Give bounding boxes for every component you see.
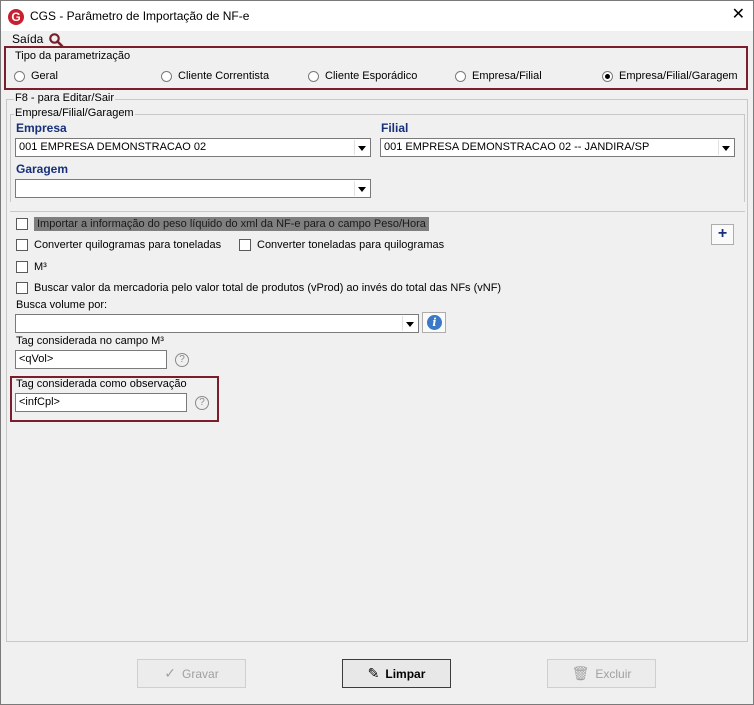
close-button[interactable]: ✕ xyxy=(732,6,745,24)
add-button[interactable]: + xyxy=(711,224,734,245)
info-button[interactable]: i xyxy=(422,312,446,333)
efg-legend: Empresa/Filial/Garagem xyxy=(14,107,135,119)
section-divider xyxy=(10,211,745,212)
radio-empresa-filial[interactable]: Empresa/Filial xyxy=(455,70,542,82)
limpar-button[interactable]: ✎ Limpar xyxy=(342,659,451,688)
radio-empresa-filial-label: Empresa/Filial xyxy=(472,70,542,82)
radio-geral[interactable]: Geral xyxy=(14,70,58,82)
m3-option[interactable]: M³ xyxy=(16,261,47,273)
vprod-option[interactable]: Buscar valor da mercadoria pelo valor to… xyxy=(16,282,501,294)
tipo-legend: Tipo da parametrização xyxy=(15,50,131,62)
excluir-button[interactable]: 🗑 Excluir xyxy=(547,659,656,688)
gravar-button[interactable]: ✓ Gravar xyxy=(137,659,246,688)
vprod-checkbox[interactable] xyxy=(16,282,28,294)
radio-geral-label: Geral xyxy=(31,70,58,82)
radio-cliente-correntista-label: Cliente Correntista xyxy=(178,70,270,82)
broom-icon: ✎ xyxy=(367,665,380,681)
window-title: CGS - Parâmetro de Importação de NF-e xyxy=(30,9,250,23)
ton-to-kg-checkbox[interactable] xyxy=(239,239,251,251)
info-icon: i xyxy=(427,315,442,330)
filial-label: Filial xyxy=(381,121,409,135)
radio-cliente-esporadico-indicator[interactable] xyxy=(308,70,319,82)
vprod-label: Buscar valor da mercadoria pelo valor to… xyxy=(34,282,502,294)
tag-m3-input[interactable]: <qVol> xyxy=(15,350,167,369)
peso-liquido-checkbox[interactable] xyxy=(16,218,28,230)
filial-select[interactable]: 001 EMPRESA DEMONSTRACAO 02 -- JANDIRA/S… xyxy=(380,138,735,157)
help-icon[interactable]: ? xyxy=(175,353,189,367)
m3-label: M³ xyxy=(34,261,47,273)
chevron-down-icon[interactable] xyxy=(354,140,369,155)
empresa-select-value: 001 EMPRESA DEMONSTRACAO 02 xyxy=(19,141,207,153)
empresa-select[interactable]: 001 EMPRESA DEMONSTRACAO 02 xyxy=(15,138,371,157)
filial-select-value: 001 EMPRESA DEMONSTRACAO 02 -- JANDIRA/S… xyxy=(384,141,650,153)
busca-volume-label: Busca volume por: xyxy=(16,299,108,311)
limpar-label: Limpar xyxy=(385,666,426,681)
tag-m3-value: <qVol> xyxy=(19,353,54,365)
tag-m3-label: Tag considerada no campo M³ xyxy=(16,335,164,347)
peso-liquido-label: Importar a informação do peso líquido do… xyxy=(34,217,429,231)
tag-obs-input[interactable]: <infCpl> xyxy=(15,393,187,412)
radio-empresa-filial-garagem[interactable]: Empresa/Filial/Garagem xyxy=(602,70,738,82)
kg-to-ton-label: Converter quilogramas para toneladas xyxy=(34,239,222,251)
radio-geral-indicator[interactable] xyxy=(14,70,25,82)
app-logo-icon: G xyxy=(8,9,24,25)
tipo-parametrizacao-group: Tipo da parametrização Geral Cliente Cor… xyxy=(4,46,748,90)
ton-to-kg-option[interactable]: Converter toneladas para quilogramas xyxy=(239,239,444,251)
garagem-label: Garagem xyxy=(16,162,69,176)
chevron-down-icon[interactable] xyxy=(718,140,733,155)
kg-to-ton-checkbox[interactable] xyxy=(16,239,28,251)
main-window: G CGS - Parâmetro de Importação de NF-e … xyxy=(0,0,754,705)
title-bar: G CGS - Parâmetro de Importação de NF-e … xyxy=(1,1,753,31)
empresa-label: Empresa xyxy=(16,121,67,135)
f8-legend: F8 - para Editar/Sair xyxy=(14,92,116,104)
peso-liquido-option[interactable]: Importar a informação do peso líquido do… xyxy=(16,217,429,231)
radio-cliente-esporadico-label: Cliente Esporádico xyxy=(325,70,418,82)
tag-obs-value: <infCpl> xyxy=(19,396,60,408)
help-icon[interactable]: ? xyxy=(195,396,209,410)
radio-cliente-correntista[interactable]: Cliente Correntista xyxy=(161,70,269,82)
excluir-label: Excluir xyxy=(595,666,632,681)
radio-empresa-filial-garagem-label: Empresa/Filial/Garagem xyxy=(619,70,738,82)
radio-cliente-esporadico[interactable]: Cliente Esporádico xyxy=(308,70,417,82)
radio-cliente-correntista-indicator[interactable] xyxy=(161,70,172,82)
menu-saida[interactable]: Saída xyxy=(12,32,43,46)
tag-obs-label: Tag considerada como observação xyxy=(16,378,187,390)
kg-to-ton-option[interactable]: Converter quilogramas para toneladas xyxy=(16,239,221,251)
chevron-down-icon[interactable] xyxy=(402,316,417,331)
gravar-label: Gravar xyxy=(182,666,219,681)
checkmark-icon: ✓ xyxy=(164,665,177,681)
trash-icon: 🗑 xyxy=(571,665,590,681)
m3-checkbox[interactable] xyxy=(16,261,28,273)
garagem-select[interactable] xyxy=(15,179,371,198)
radio-empresa-filial-garagem-indicator[interactable] xyxy=(602,70,613,82)
busca-volume-select[interactable] xyxy=(15,314,419,333)
radio-empresa-filial-indicator[interactable] xyxy=(455,70,466,82)
chevron-down-icon[interactable] xyxy=(354,181,369,196)
ton-to-kg-label: Converter toneladas para quilogramas xyxy=(257,239,445,251)
